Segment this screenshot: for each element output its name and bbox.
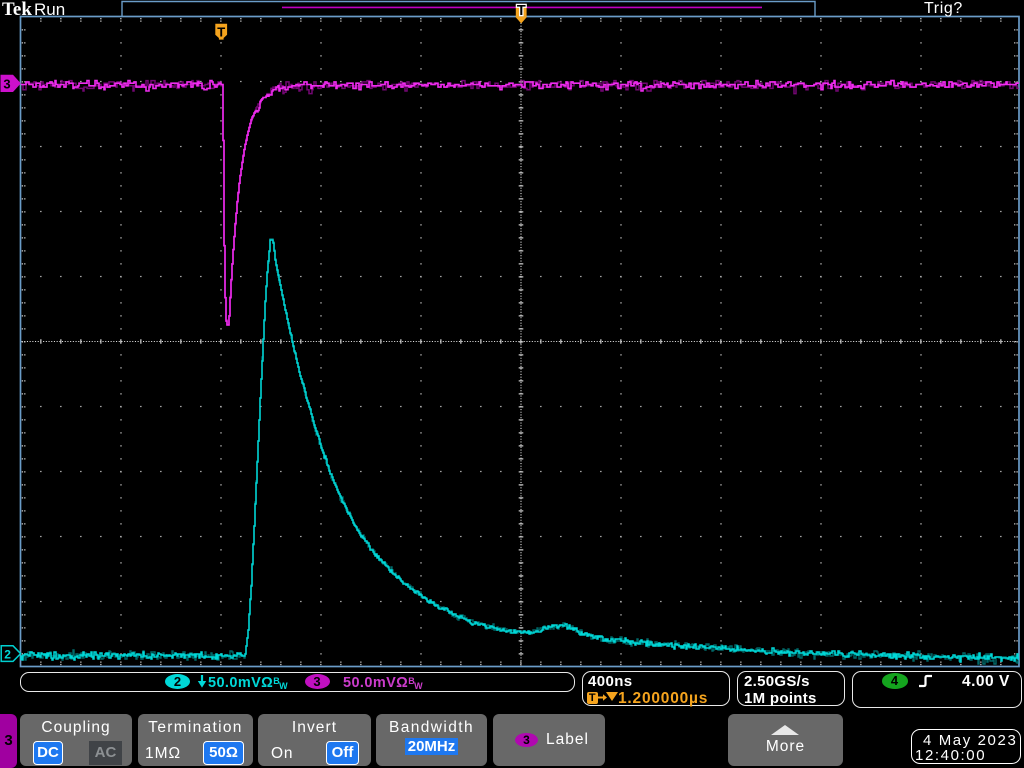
svg-text:2: 2 <box>4 648 11 662</box>
svg-text:T: T <box>217 24 225 39</box>
svg-text:T: T <box>517 3 526 19</box>
svg-text:3: 3 <box>3 77 10 92</box>
